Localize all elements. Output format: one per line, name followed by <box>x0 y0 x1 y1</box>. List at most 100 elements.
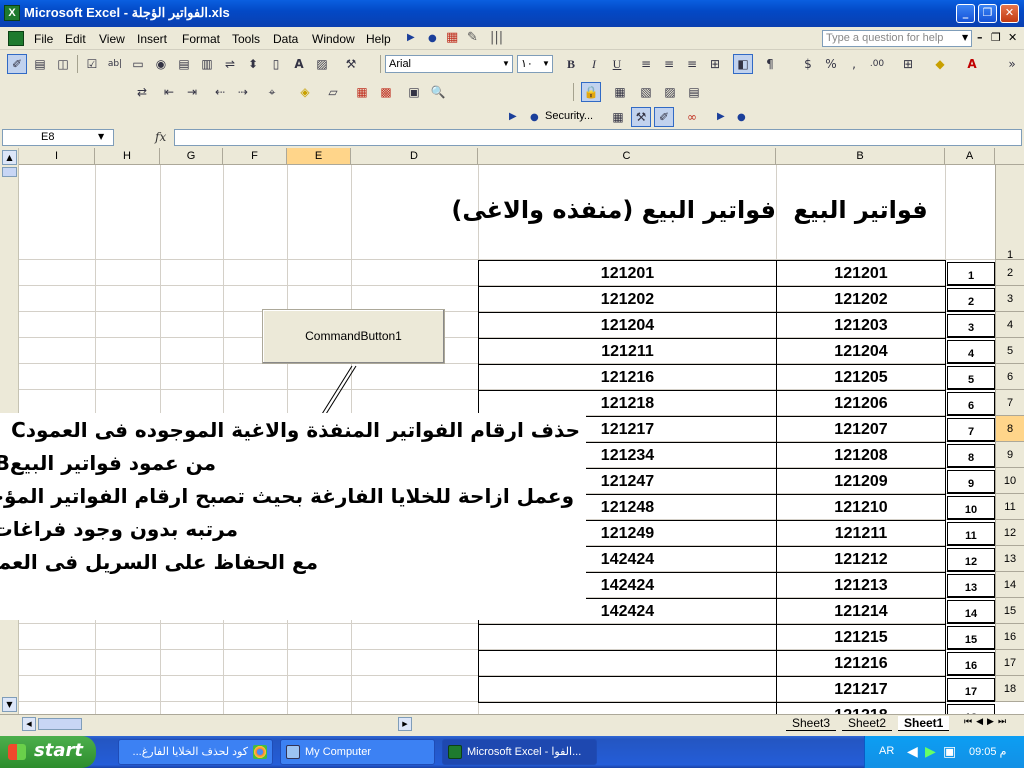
row-header-4[interactable]: 4 <box>995 312 1024 338</box>
align-right-icon[interactable]: ≡ <box>682 54 702 74</box>
menu-insert[interactable]: Insert <box>137 32 167 46</box>
security-button[interactable]: Security... <box>545 110 593 122</box>
scroll-down-icon[interactable]: ▼ <box>2 697 17 712</box>
tab-sheet2[interactable]: Sheet2 <box>842 716 893 731</box>
menu-help[interactable]: Help <box>366 32 391 46</box>
cell-a12[interactable]: 11 <box>947 522 995 546</box>
row-header-8[interactable]: 8 <box>995 416 1024 442</box>
row-header-2[interactable]: 2 <box>995 260 1024 286</box>
rtl-icon[interactable]: ◧ <box>733 54 753 74</box>
cell-c18[interactable] <box>478 676 777 703</box>
share-icon[interactable]: ▤ <box>684 82 704 102</box>
column-header-g[interactable]: G <box>160 148 223 165</box>
italic-button[interactable]: I <box>584 54 604 74</box>
worksheet-grid[interactable]: ▲ ▼ I H G F E D C B A 1 2 3 4 5 6 7 8 9 … <box>0 148 1024 714</box>
list-box-icon[interactable]: ▤ <box>174 54 194 74</box>
bold-button[interactable]: B <box>561 54 581 74</box>
language-indicator[interactable]: AR <box>879 745 894 757</box>
minimize-button[interactable]: _ <box>956 4 975 23</box>
cell-a14[interactable]: 13 <box>947 574 995 598</box>
scroll-up-icon[interactable]: ▲ <box>2 150 17 165</box>
task-excel[interactable]: Microsoft Excel - الفوا... <box>442 739 597 765</box>
merge-center-icon[interactable]: ⊞ <box>705 54 725 74</box>
show-watch-icon[interactable]: ▣ <box>404 82 424 102</box>
cell-b12[interactable]: 121211 <box>776 520 946 547</box>
arrow-icon[interactable]: ▶ <box>407 32 415 43</box>
document-icon[interactable] <box>8 31 24 46</box>
cell-a7[interactable]: 6 <box>947 392 995 416</box>
insert-function-icon[interactable]: fx <box>155 130 166 144</box>
header-cell-b[interactable]: فواتير البيع <box>776 196 945 224</box>
column-header-e[interactable]: E <box>287 148 351 165</box>
record-macro-icon[interactable]: ● <box>530 112 539 123</box>
toggle-button-icon[interactable]: ⇌ <box>220 54 240 74</box>
cell-a9[interactable]: 8 <box>947 444 995 468</box>
script-editor-icon[interactable]: ∞ <box>682 107 702 127</box>
menu-window[interactable]: Window <box>312 32 355 46</box>
tab-sheet3[interactable]: Sheet3 <box>786 716 837 731</box>
circle-invalid-icon[interactable]: ▦ <box>352 82 372 102</box>
name-box-dropdown-icon[interactable]: ▼ <box>98 132 104 141</box>
cell-c5[interactable]: 121211 <box>478 338 777 365</box>
header-cell-c[interactable]: فواتير البيع (منفذه والاغى) <box>451 196 776 224</box>
task-my-computer[interactable]: My Computer <box>280 739 435 765</box>
tab-sheet1[interactable]: Sheet1 <box>898 716 950 731</box>
column-header-h[interactable]: H <box>95 148 160 165</box>
row-header-1[interactable]: 1 <box>995 165 1024 261</box>
cell-c2[interactable]: 121201 <box>478 260 777 287</box>
cell-a2[interactable]: 1 <box>947 262 995 286</box>
doc-restore-button[interactable]: ❐ <box>991 31 1001 44</box>
cell-c17[interactable] <box>478 650 777 677</box>
row-header-12[interactable]: 12 <box>995 520 1024 546</box>
start-button[interactable]: start <box>0 736 96 768</box>
cell-a19[interactable]: 18 <box>947 704 995 714</box>
row-header-6[interactable]: 6 <box>995 364 1024 390</box>
scroll-bar-icon[interactable]: ▯ <box>266 54 286 74</box>
currency-button[interactable]: $ <box>798 54 818 74</box>
cell-b18[interactable]: 121217 <box>776 676 946 703</box>
borders-icon[interactable]: ⊞ <box>898 54 918 74</box>
cell-b2[interactable]: 121201 <box>776 260 946 287</box>
menu-tools[interactable]: Tools <box>232 32 260 46</box>
combo-box-icon[interactable]: ▥ <box>197 54 217 74</box>
row-header-15[interactable]: 15 <box>995 598 1024 624</box>
back-icon[interactable]: ◀ <box>907 743 918 760</box>
lock-icon[interactable]: 🔒 <box>581 82 601 102</box>
image-icon[interactable]: ▨ <box>312 54 332 74</box>
cell-a6[interactable]: 5 <box>947 366 995 390</box>
cell-b8[interactable]: 121207 <box>776 416 946 443</box>
increase-decimal-icon[interactable]: .00 <box>867 54 887 74</box>
bars-icon[interactable]: ||| <box>490 30 503 45</box>
cell-b5[interactable]: 121204 <box>776 338 946 365</box>
row-header-11[interactable]: 11 <box>995 494 1024 520</box>
command-button-icon[interactable]: ▭ <box>128 54 148 74</box>
underline-button[interactable]: U <box>607 54 627 74</box>
cell-a16[interactable]: 15 <box>947 626 995 650</box>
cell-b15[interactable]: 121214 <box>776 598 946 625</box>
row-header-3[interactable]: 3 <box>995 286 1024 312</box>
remove-dependents-icon[interactable]: ⇠ <box>210 82 230 102</box>
cell-a10[interactable]: 9 <box>947 470 995 494</box>
option-button-icon[interactable]: ◉ <box>151 54 171 74</box>
column-header-i[interactable]: I <box>19 148 95 165</box>
cell-b4[interactable]: 121203 <box>776 312 946 339</box>
doc-close-button[interactable]: ✕ <box>1008 31 1017 44</box>
remove-precedent-icon[interactable]: ⇤ <box>159 82 179 102</box>
run-icon[interactable]: ▶ <box>717 111 725 122</box>
cell-c3[interactable]: 121202 <box>478 286 777 313</box>
menu-format[interactable]: Format <box>182 32 220 46</box>
scroll-right-icon[interactable]: ▶ <box>398 717 412 731</box>
design-mode-icon[interactable]: ✐ <box>7 54 27 74</box>
comma-button[interactable]: , <box>844 54 864 74</box>
align-left-icon[interactable]: ≡ <box>636 54 656 74</box>
cell-a11[interactable]: 10 <box>947 496 995 520</box>
row-header-17[interactable]: 17 <box>995 650 1024 676</box>
column-header-d[interactable]: D <box>351 148 478 165</box>
menu-view[interactable]: View <box>99 32 125 46</box>
font-color-icon[interactable]: A <box>962 54 982 74</box>
row-header-13[interactable]: 13 <box>995 546 1024 572</box>
cell-a8[interactable]: 7 <box>947 418 995 442</box>
column-header-a[interactable]: A <box>945 148 995 165</box>
remove-arrows-icon[interactable]: ⇢ <box>233 82 253 102</box>
menu-file[interactable]: File <box>34 32 53 46</box>
